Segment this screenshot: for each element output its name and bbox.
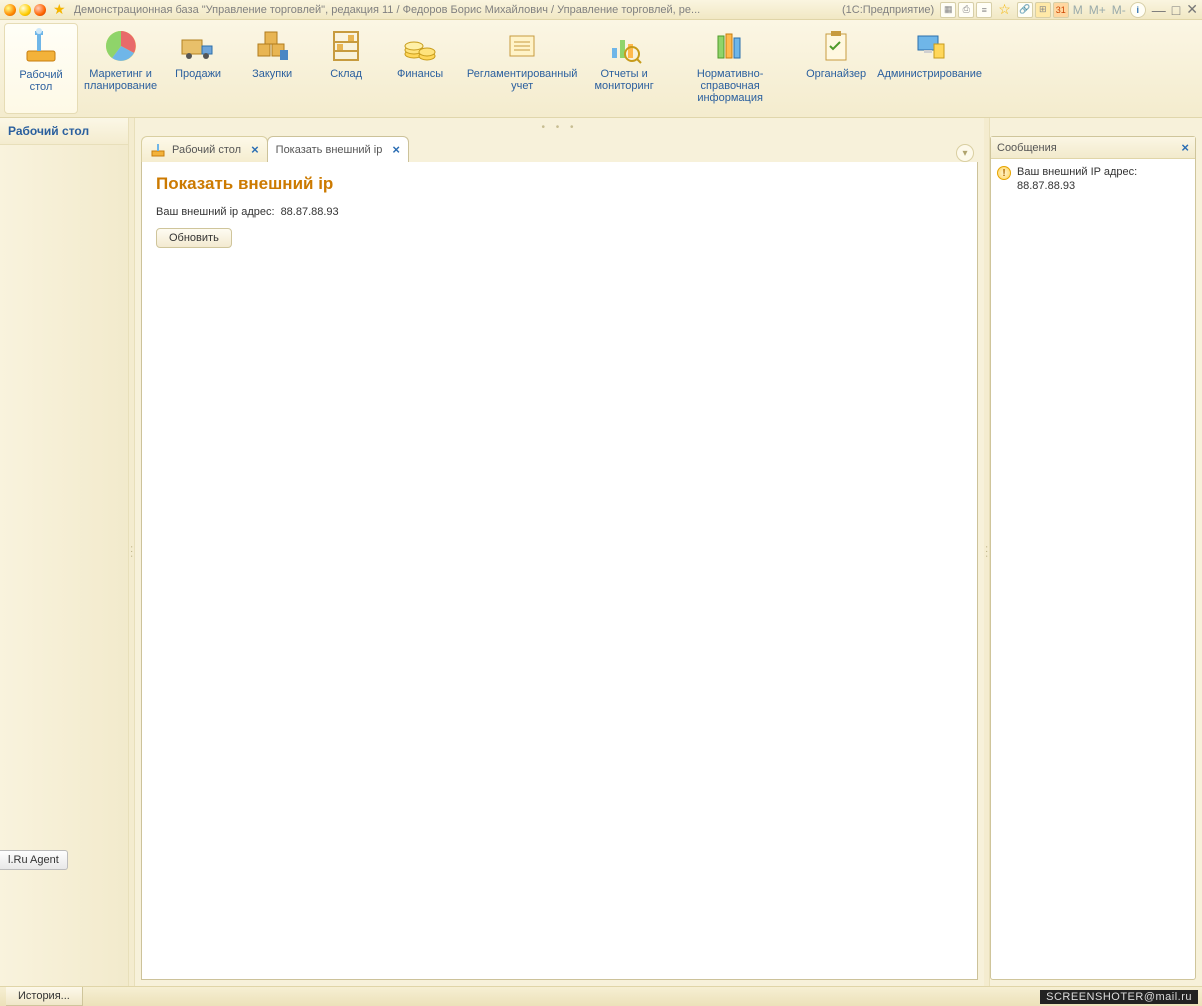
minimize-icon[interactable]: — (1152, 2, 1166, 18)
memory-m-plus[interactable]: M+ (1087, 3, 1108, 17)
ip-row: Ваш внешний ip адрес: 88.87.88.93 (156, 206, 963, 218)
message-item[interactable]: ! Ваш внешний IP адрес: 88.87.88.93 (997, 165, 1189, 193)
tab-desktop[interactable]: Рабочий стол × (141, 136, 268, 162)
titlebar-tools: ▦ ⎙ ≡ ☆ 🔗 ⊞ 31 M M+ M- i — □ ✕ (940, 1, 1198, 18)
section-sales[interactable]: Продажи (161, 20, 235, 117)
section-label: Рабочийстол (19, 69, 62, 93)
info-icon[interactable]: i (1130, 2, 1146, 18)
section-label: Органайзер (806, 68, 866, 80)
favorite-icon[interactable]: ★ (53, 1, 66, 18)
right-pane: Сообщения × ! Ваш внешний IP адрес: 88.8… (990, 118, 1202, 986)
chart-icon (604, 26, 644, 66)
menu-icon[interactable] (4, 4, 16, 16)
section-label: Финансы (397, 68, 443, 80)
section-label: Склад (330, 68, 362, 80)
watermark: SCREENSHOTER@mail.ru (1040, 990, 1198, 1004)
memory-m[interactable]: M (1071, 3, 1085, 17)
truck-icon (178, 26, 218, 66)
close-icon[interactable]: ✕ (1186, 1, 1198, 18)
tab-dropdown-icon[interactable]: ▾ (956, 144, 974, 162)
window-suffix: (1С:Предприятие) (842, 4, 934, 16)
section-label: Регламентированныйучет (467, 68, 578, 92)
message-text: Ваш внешний IP адрес: 88.87.88.93 (1017, 165, 1189, 193)
clipboard-icon (816, 26, 856, 66)
section-admin[interactable]: Администрирование (873, 20, 986, 117)
tabbar: Рабочий стол × Показать внешний ip × ▾ (135, 136, 984, 162)
memory-m-minus[interactable]: M- (1110, 3, 1128, 17)
calendar-icon[interactable]: 31 (1053, 2, 1069, 18)
section-panel: Рабочийстол Маркетинг ипланирование Прод… (0, 20, 1202, 118)
section-finance[interactable]: Финансы (383, 20, 457, 117)
section-reports[interactable]: Отчеты имониторинг (587, 20, 661, 117)
section-label: Продажи (175, 68, 221, 80)
body: Рабочий стол ··· • • • Рабочий стол × По… (0, 118, 1202, 986)
messages-body: ! Ваш внешний IP адрес: 88.87.88.93 (991, 159, 1195, 979)
desk-icon (21, 27, 61, 67)
splitter-handle-icon: ··· (981, 545, 993, 559)
circle-icon[interactable] (34, 4, 46, 16)
page-content: Показать внешний ip Ваш внешний ip адрес… (141, 162, 978, 980)
dropdown-icon[interactable] (19, 4, 31, 16)
leftnav-header[interactable]: Рабочий стол (0, 118, 128, 145)
star-icon[interactable]: ☆ (998, 1, 1011, 18)
coins-icon (400, 26, 440, 66)
tab-close-icon[interactable]: × (392, 142, 400, 157)
window-title: Демонстрационная база "Управление торгов… (74, 4, 840, 16)
books-icon (710, 26, 750, 66)
desk-small-icon (150, 142, 166, 158)
ip-value: 88.87.88.93 (281, 206, 339, 218)
status-bar: История... (0, 986, 1202, 1006)
tool-icon[interactable]: ▦ (940, 2, 956, 18)
pc-icon (910, 26, 950, 66)
section-label: Нормативно-справочнаяинформация (670, 68, 790, 104)
shelf-icon (326, 26, 366, 66)
section-label: Маркетинг ипланирование (84, 68, 157, 92)
section-desktop[interactable]: Рабочийстол (4, 23, 78, 114)
section-warehouse[interactable]: Склад (309, 20, 383, 117)
messages-close-icon[interactable]: × (1181, 140, 1189, 155)
section-reference[interactable]: Нормативно-справочнаяинформация (661, 20, 799, 117)
ledger-icon (502, 26, 542, 66)
link-icon[interactable]: 🔗 (1017, 2, 1033, 18)
page-title: Показать внешний ip (156, 174, 963, 194)
print-icon[interactable]: ⎙ (958, 2, 974, 18)
agent-tab[interactable]: l.Ru Agent (0, 850, 68, 870)
section-marketing[interactable]: Маркетинг ипланирование (80, 20, 161, 117)
titlebar: ★ Демонстрационная база "Управление торг… (0, 0, 1202, 20)
boxes-icon (252, 26, 292, 66)
refresh-button[interactable]: Обновить (156, 228, 232, 248)
messages-panel: Сообщения × ! Ваш внешний IP адрес: 88.8… (990, 136, 1196, 980)
section-organizer[interactable]: Органайзер (799, 20, 873, 117)
tab-label: Показать внешний ip (276, 144, 383, 156)
tab-show-ip[interactable]: Показать внешний ip × (267, 136, 409, 162)
section-regulated[interactable]: Регламентированныйучет (457, 20, 587, 117)
workspace: • • • Рабочий стол × Показать внешний ip… (135, 118, 984, 986)
messages-title: Сообщения (997, 142, 1057, 154)
maximize-icon[interactable]: □ (1172, 2, 1180, 18)
tab-label: Рабочий стол (172, 144, 241, 156)
horizontal-splitter[interactable]: • • • (135, 118, 984, 136)
section-label: Закупки (252, 68, 292, 80)
messages-header: Сообщения × (991, 137, 1195, 159)
section-purchases[interactable]: Закупки (235, 20, 309, 117)
pie-icon (101, 26, 141, 66)
doc-icon[interactable]: ≡ (976, 2, 992, 18)
warning-icon: ! (997, 166, 1011, 180)
section-label: Администрирование (877, 68, 982, 80)
tab-close-icon[interactable]: × (251, 142, 259, 157)
history-button[interactable]: История... (6, 987, 83, 1006)
window-controls: ★ (4, 1, 70, 18)
calc-icon[interactable]: ⊞ (1035, 2, 1051, 18)
section-label: Отчеты имониторинг (594, 68, 653, 92)
vertical-splitter-right[interactable]: ··· (984, 118, 990, 986)
ip-label: Ваш внешний ip адрес: (156, 206, 275, 218)
